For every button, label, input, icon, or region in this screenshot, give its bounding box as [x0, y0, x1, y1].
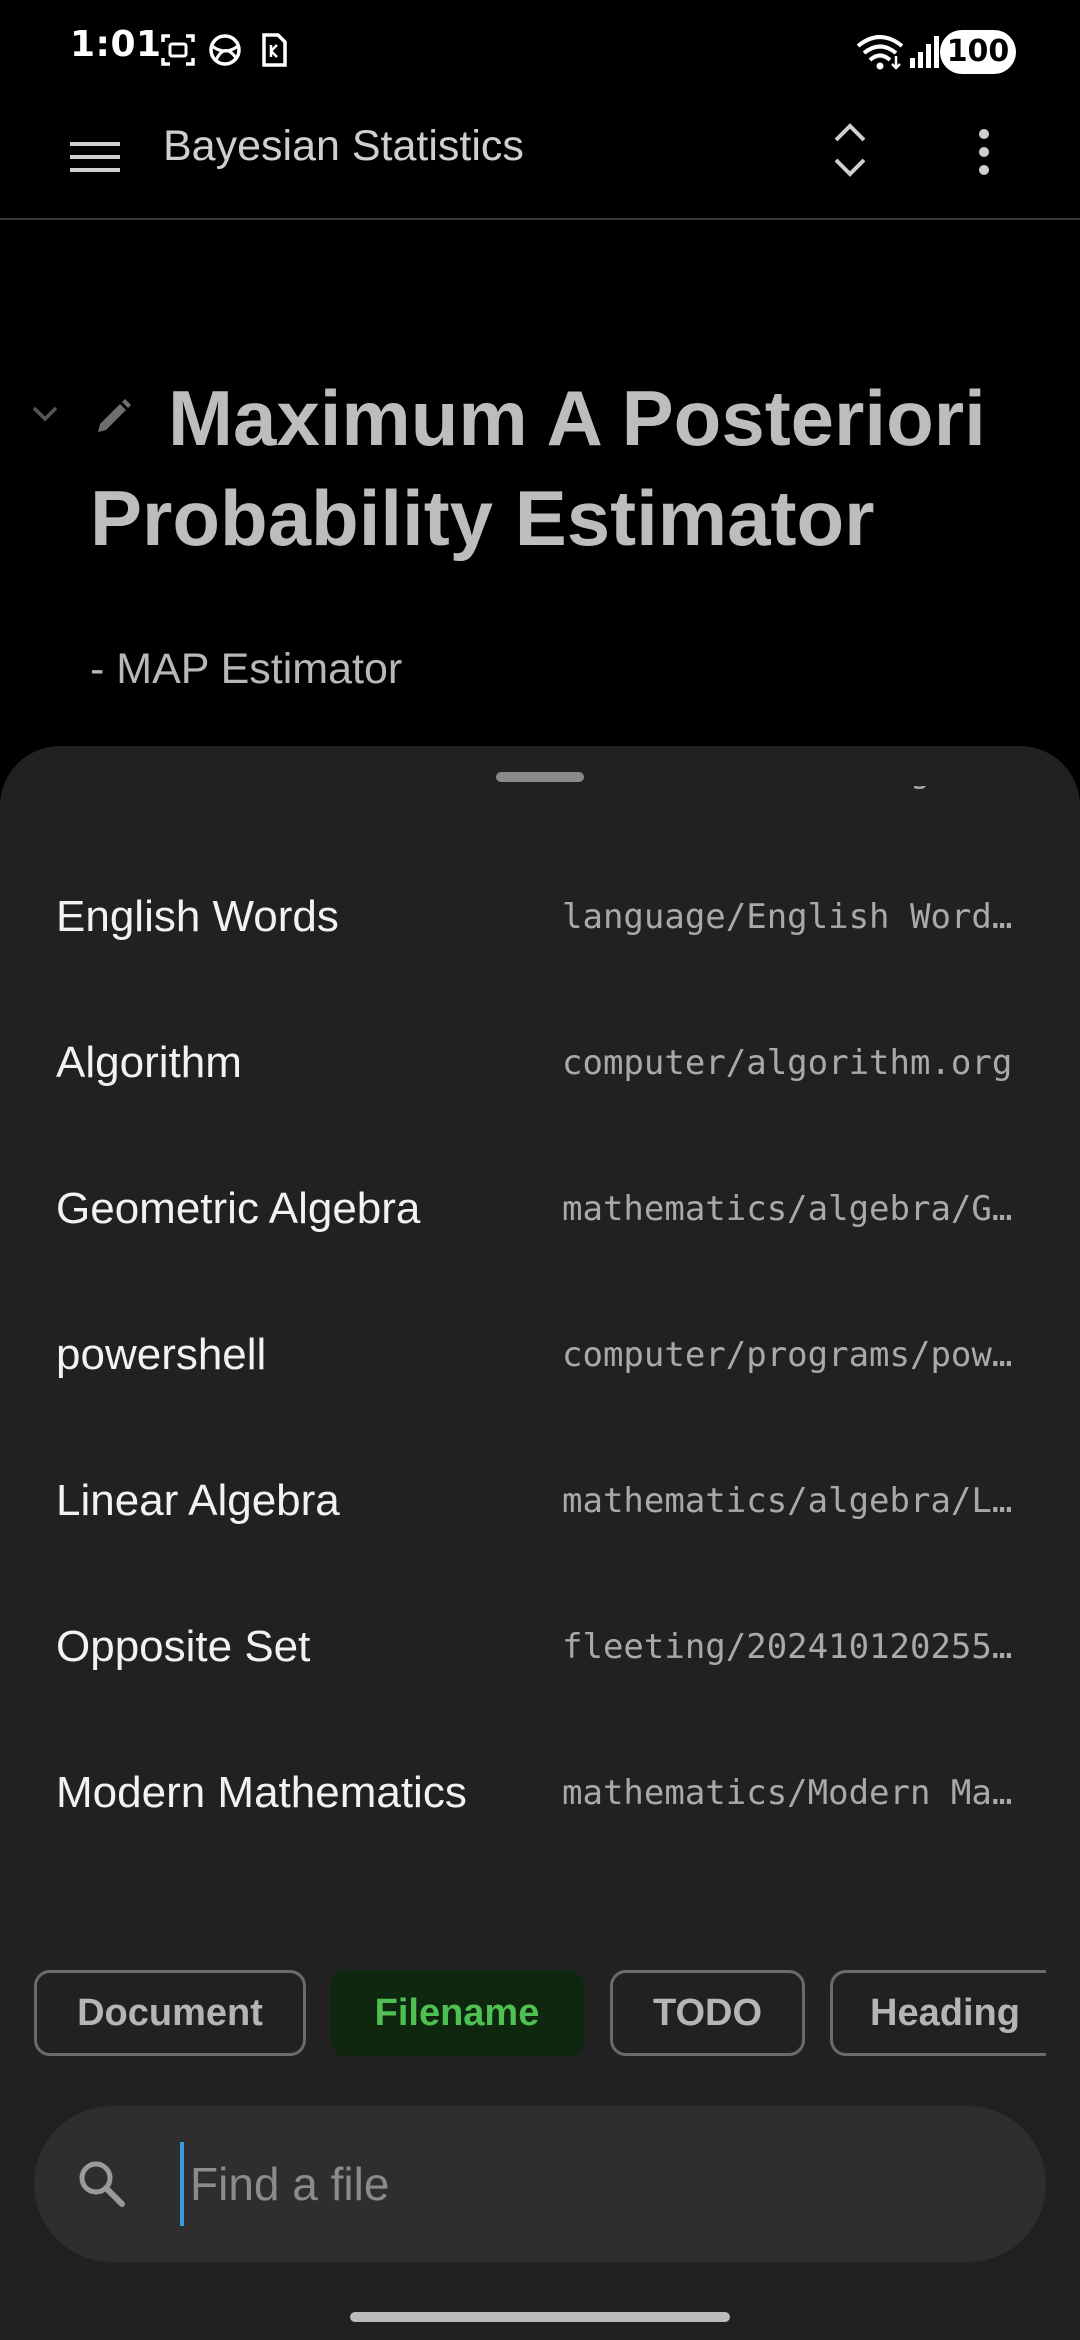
- file-path: computer/programs/powershell.org: [562, 1335, 1024, 1375]
- file-name: Opposite Set: [56, 1622, 311, 1671]
- wifi-icon: [856, 34, 904, 75]
- file-path: mathematics/Modern Mathematics.org: [562, 1773, 1024, 1813]
- list-item[interactable]: Literature art/Literature.org: [0, 786, 1080, 844]
- file-name: Literature: [56, 786, 242, 844]
- vpn-icon: [206, 32, 244, 73]
- file-path: language/English Words.org: [562, 897, 1024, 937]
- chip-todo[interactable]: TODO: [610, 1970, 805, 2056]
- screenshot-icon: [160, 32, 196, 73]
- expand-collapse-icon[interactable]: [830, 118, 870, 187]
- app-bar: Bayesian Statistics: [0, 100, 1080, 220]
- search-icon: [76, 2158, 128, 2215]
- list-item[interactable]: Algorithm computer/algorithm.org: [0, 990, 1080, 1136]
- status-time: 1:01: [70, 24, 162, 65]
- list-item[interactable]: Linear Algebra mathematics/algebra/Linear…: [0, 1428, 1080, 1574]
- search-input[interactable]: [180, 2142, 1010, 2226]
- list-item[interactable]: English Words language/English Words.org: [0, 844, 1080, 990]
- more-vert-icon[interactable]: [974, 124, 994, 185]
- menu-icon[interactable]: [68, 130, 122, 189]
- file-name: Modern Mathematics: [56, 1768, 467, 1817]
- list-item[interactable]: powershell computer/programs/powershell.o…: [0, 1282, 1080, 1428]
- file-name: Linear Algebra: [56, 1476, 340, 1525]
- document-content: Maximum A Posteriori Probability Estimat…: [0, 220, 1080, 750]
- chip-document[interactable]: Document: [34, 1970, 306, 2056]
- signal-icon: [908, 34, 942, 75]
- search-bar[interactable]: [34, 2106, 1046, 2262]
- fold-chevron-icon[interactable]: [30, 402, 60, 431]
- file-name: Algorithm: [56, 1038, 242, 1087]
- chip-filename[interactable]: Filename: [330, 1970, 584, 2056]
- document-heading[interactable]: Maximum A Posteriori Probability Estimat…: [90, 368, 1050, 568]
- file-name: powershell: [56, 1330, 267, 1379]
- file-path: art/Literature.org: [562, 786, 1024, 844]
- drag-handle[interactable]: [496, 772, 584, 782]
- page-title: Bayesian Statistics: [163, 122, 524, 170]
- battery-indicator: 100: [940, 30, 1016, 74]
- status-bar: 1:01 100: [0, 0, 1080, 100]
- list-item[interactable]: Modern Mathematics mathematics/Modern Mat…: [0, 1720, 1080, 1866]
- file-picker-sheet: Literatureart/Literature.orgEnglish Word…: [0, 746, 1080, 2340]
- list-item[interactable]: Geometric Algebra mathematics/algebra/Geo…: [0, 1136, 1080, 1282]
- file-name: English Words: [56, 892, 339, 941]
- file-list[interactable]: Literatureart/Literature.orgEnglish Word…: [0, 786, 1080, 1924]
- document-body-text: - MAP Estimator: [90, 645, 403, 693]
- chip-heading[interactable]: Heading: [830, 1970, 1046, 2056]
- sim-icon: [260, 32, 288, 73]
- file-path: fleeting/20241012025500-opposite_set.org: [562, 1627, 1024, 1667]
- search-mode-chips: Document Filename TODO Heading: [0, 1970, 1046, 2062]
- file-name: Geometric Algebra: [56, 1184, 421, 1233]
- gesture-nav-bar[interactable]: [350, 2312, 730, 2322]
- list-item[interactable]: Opposite Set fleeting/20241012025500-oppo…: [0, 1574, 1080, 1720]
- file-path: computer/algorithm.org: [562, 1043, 1013, 1083]
- file-path: mathematics/algebra/Linear Algebra.org: [562, 1481, 1024, 1521]
- file-path: mathematics/algebra/Geometric Algebra.or…: [562, 1189, 1024, 1229]
